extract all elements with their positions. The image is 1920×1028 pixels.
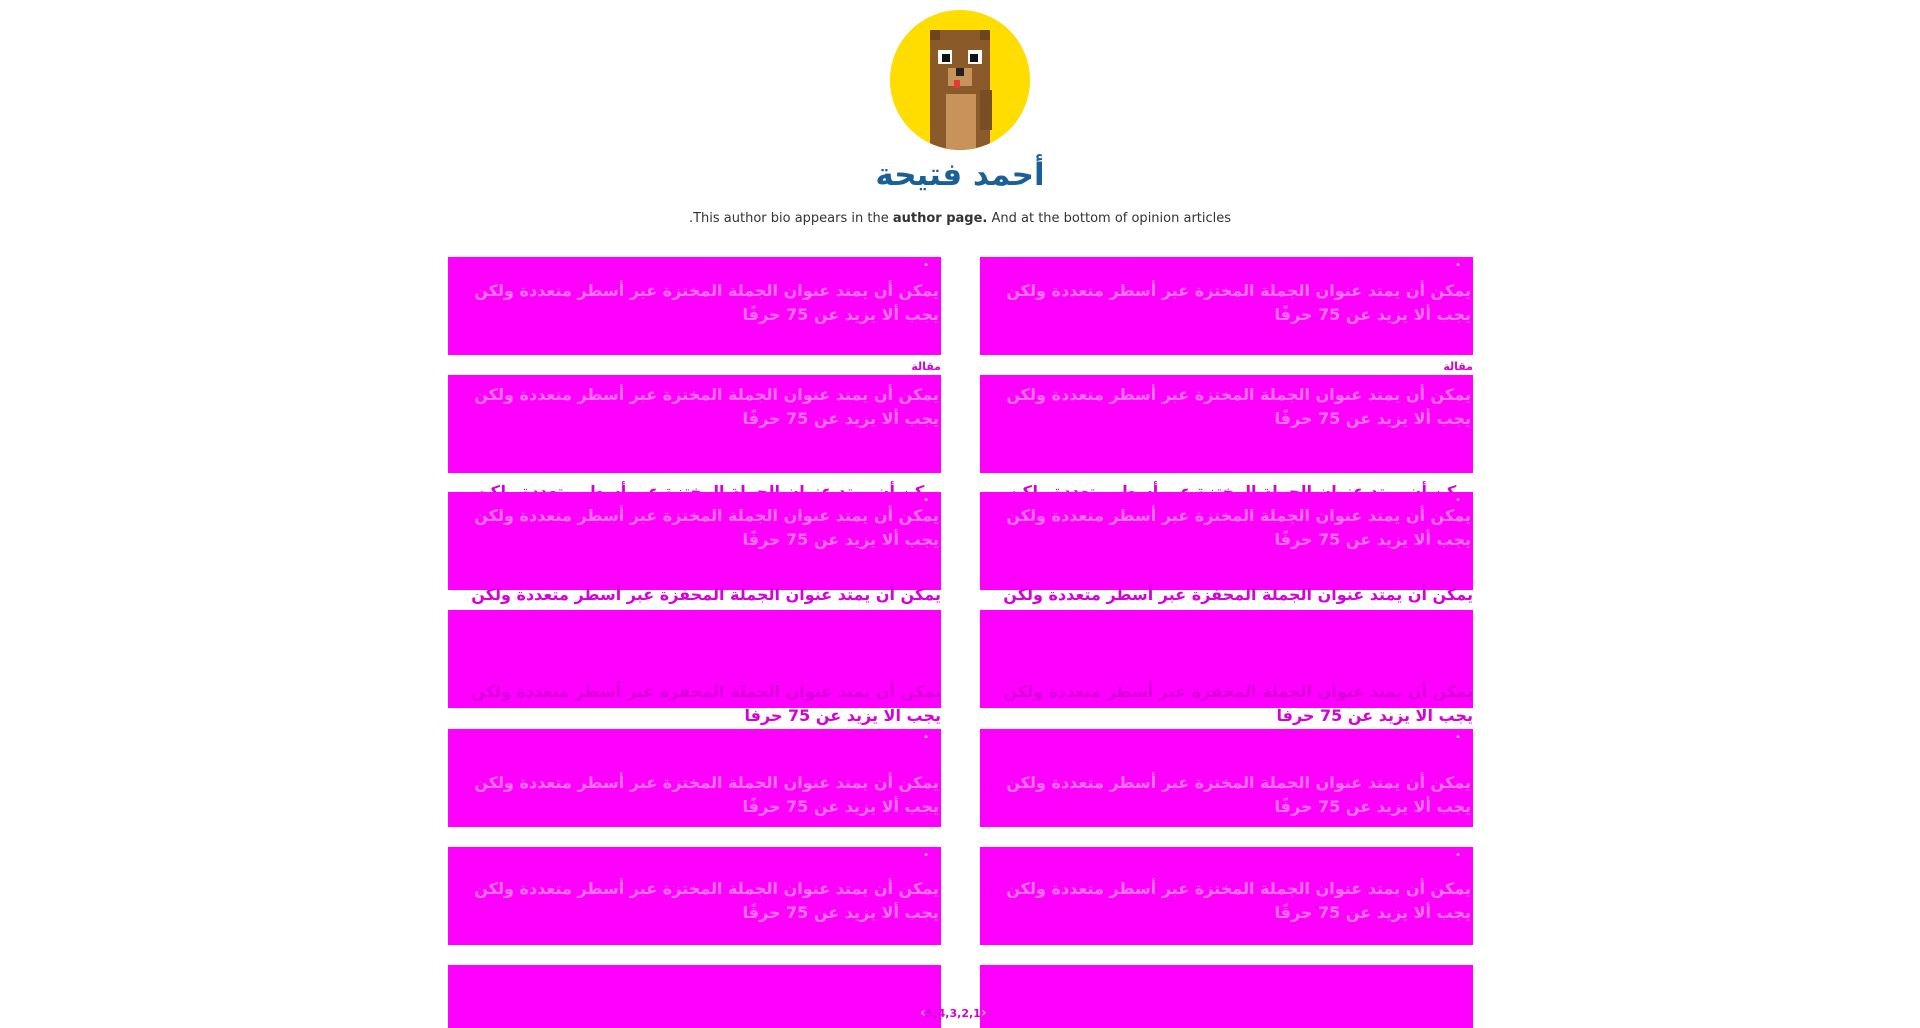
section-label: مقالة — [911, 360, 941, 373]
card-headline: يمكن أن يمتد عنوان الجملة المختزة عبر أس… — [1006, 385, 1471, 428]
card-dot: • — [1455, 732, 1461, 743]
card-headline: يمكن أن يمتد عنوان الجملة المختزة عبر أس… — [474, 506, 939, 549]
article-card[interactable]: • يمكن أن يمتد عنوان الجملة المختزة عبر … — [448, 257, 941, 355]
article-card[interactable]: • يمكن أن يمتد عنوان الجملة المختزة عبر … — [980, 847, 1473, 945]
article-card[interactable]: يمكن أن يمتد عنوان الجملة المختزة عبر أس… — [448, 375, 941, 473]
article-card[interactable]: • يمكن أن يمتد عنوان الجملة المختزة عبر … — [448, 729, 941, 827]
card-headline: يمكن أن يمتد عنوان الجملة المختزة عبر أس… — [474, 879, 939, 922]
page-link[interactable]: 4 — [938, 1005, 946, 1023]
chevron-right-icon[interactable]: › — [981, 1004, 987, 1022]
author-bio-text: And at the bottom of opinion articles — [987, 211, 1232, 226]
article-card[interactable]: • يمكن أن يمتد عنوان الجملة المختزة عبر … — [980, 257, 1473, 355]
card-dot: • — [923, 850, 929, 861]
pixel-bear-avatar-icon — [890, 10, 1030, 150]
card-headline: يمكن أن يمتد عنوان الجملة المختزة عبر أس… — [474, 281, 939, 324]
author-page-link[interactable]: author page. — [893, 211, 988, 226]
pagination: ‹5,4,3,2,1› — [920, 1004, 987, 1023]
card-dot: • — [1455, 260, 1461, 271]
article-card[interactable]: • يمكن أن يمتد عنوان الجملة المختزة عبر … — [980, 729, 1473, 827]
card-headline-overflow: يمكن أن يمتد عنوان الجملة المحفزة عبر أس… — [471, 682, 941, 725]
author-name: أحمد فتيحة — [875, 157, 1045, 193]
card-headline: يمكن أن يمتد عنوان الجملة المختزة عبر أس… — [1006, 281, 1471, 324]
card-headline: يمكن أن يمتد عنوان الجملة المختزة عبر أس… — [474, 773, 939, 816]
author-bio-text: .This author bio appears in the — [688, 211, 893, 226]
card-dot: • — [1455, 850, 1461, 861]
page-link[interactable]: 5 — [926, 1005, 934, 1023]
page-link[interactable]: 2 — [961, 1005, 969, 1023]
card-dot: • — [923, 260, 929, 271]
card-dot: • — [923, 732, 929, 743]
author-avatar — [890, 10, 1030, 150]
page-link[interactable]: 3 — [949, 1005, 957, 1023]
page-link[interactable]: 1 — [973, 1005, 981, 1023]
author-bio: .This author bio appears in the author p… — [0, 210, 1920, 228]
card-headline: يمكن أن يمتد عنوان الجملة المختزة عبر أس… — [1006, 773, 1471, 816]
article-card[interactable]: • يمكن أن يمتد عنوان الجملة المختزة عبر … — [980, 492, 1473, 590]
article-card[interactable] — [448, 965, 941, 1028]
card-headline: يمكن أن يمتد عنوان الجملة المختزة عبر أس… — [474, 385, 939, 428]
article-card[interactable]: • يمكن أن يمتد عنوان الجملة المختزة عبر … — [448, 847, 941, 945]
section-label: مقالة — [1443, 360, 1473, 373]
article-card[interactable]: يمكن أن يمتد عنوان الجملة المختزة عبر أس… — [980, 375, 1473, 473]
card-headline: يمكن أن يمتد عنوان الجملة المختزة عبر أس… — [1006, 506, 1471, 549]
card-headline: يمكن أن يمتد عنوان الجملة المختزة عبر أس… — [1006, 879, 1471, 922]
article-card[interactable] — [980, 965, 1473, 1028]
article-card[interactable]: • يمكن أن يمتد عنوان الجملة المختزة عبر … — [448, 492, 941, 590]
card-headline-overflow: يمكن أن يمتد عنوان الجملة المحفزة عبر أس… — [1003, 682, 1473, 725]
